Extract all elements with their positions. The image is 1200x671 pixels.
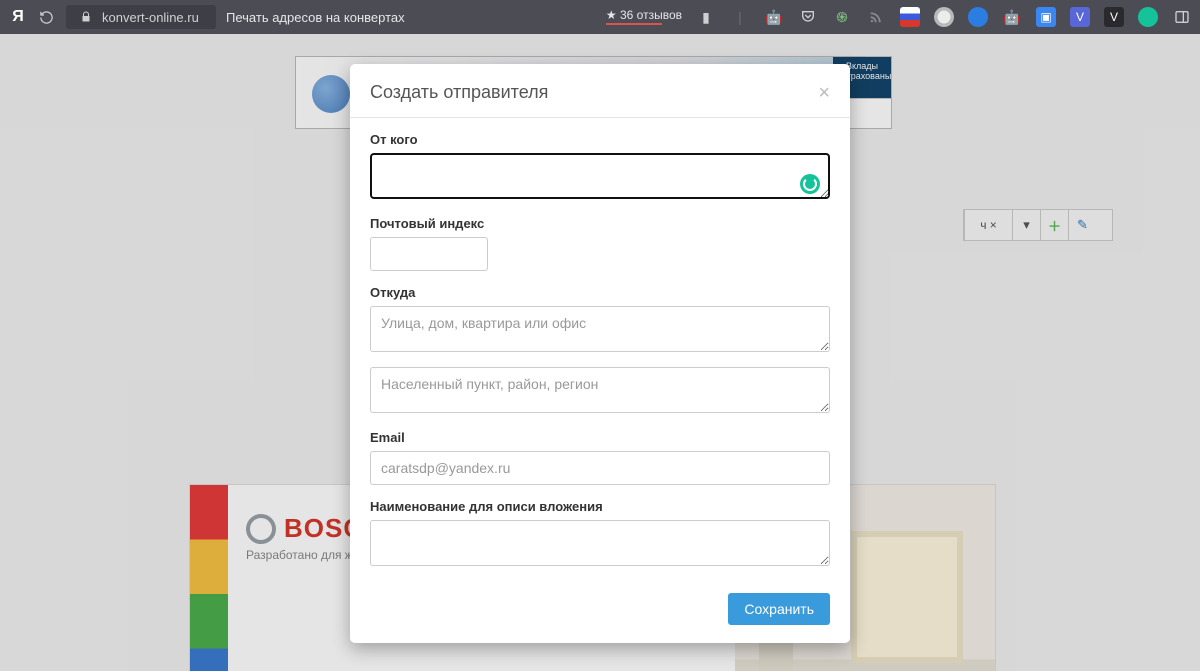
modal-footer: Сохранить xyxy=(350,581,850,643)
extension-v2-icon[interactable]: V xyxy=(1104,7,1124,27)
divider-icon: | xyxy=(730,7,750,27)
postal-field[interactable] xyxy=(370,237,488,271)
grammarly-icon[interactable] xyxy=(800,174,820,194)
description-field[interactable] xyxy=(370,520,830,566)
label-postal: Почтовый индекс xyxy=(370,216,830,231)
extension-robot-icon[interactable]: 🤖 xyxy=(764,7,784,27)
label-where: Откуда xyxy=(370,285,830,300)
extension-robot2-icon[interactable]: 🤖 xyxy=(1002,7,1022,27)
create-sender-modal: Создать отправителя × От кого Почтовый и… xyxy=(350,64,850,643)
label-email: Email xyxy=(370,430,830,445)
label-from: От кого xyxy=(370,132,830,147)
extension-bookmark-blue-icon[interactable] xyxy=(968,7,988,27)
reload-icon[interactable] xyxy=(36,7,56,27)
extension-swirl-icon[interactable]: ֍ xyxy=(832,7,852,27)
email-field[interactable] xyxy=(370,451,830,485)
address-line2-field[interactable] xyxy=(370,367,830,413)
address-line1-field[interactable] xyxy=(370,306,830,352)
sidebar-toggle-icon[interactable] xyxy=(1172,7,1192,27)
from-field[interactable] xyxy=(370,153,830,199)
address-bar[interactable]: konvert-online.ru xyxy=(66,5,216,29)
page-title: Печать адресов на конвертах xyxy=(226,10,405,25)
grammarly-ext-icon[interactable] xyxy=(1138,7,1158,27)
lock-icon xyxy=(76,7,96,27)
label-desc: Наименование для описи вложения xyxy=(370,499,830,514)
extension-disc-icon[interactable] xyxy=(934,7,954,27)
page-viewport: ⓘ✕ Вклады застрахованы ч × ▾ ＋ ✎ BOSCH Р… xyxy=(0,34,1200,671)
close-icon: × xyxy=(818,82,830,104)
rss-icon[interactable] xyxy=(866,7,886,27)
extension-flag-icon[interactable] xyxy=(900,7,920,27)
modal-overlay[interactable]: Создать отправителя × От кого Почтовый и… xyxy=(0,34,1200,671)
modal-close-button[interactable]: × xyxy=(818,83,830,103)
modal-header: Создать отправителя × xyxy=(350,64,850,118)
modal-title: Создать отправителя xyxy=(370,82,548,103)
bookmark-icon[interactable]: ▮ xyxy=(696,7,716,27)
save-button[interactable]: Сохранить xyxy=(728,593,830,625)
url-text: konvert-online.ru xyxy=(102,10,199,25)
extension-camera-icon[interactable]: ▣ xyxy=(1036,7,1056,27)
reviews-badge[interactable]: ★ 36 отзывов xyxy=(606,9,682,25)
browser-logo[interactable]: Я xyxy=(8,7,28,27)
browser-toolbar: Я konvert-online.ru Печать адресов на ко… xyxy=(0,0,1200,34)
extension-v1-icon[interactable]: V xyxy=(1070,7,1090,27)
modal-body: От кого Почтовый индекс Откуда xyxy=(350,118,850,581)
pocket-icon[interactable] xyxy=(798,7,818,27)
